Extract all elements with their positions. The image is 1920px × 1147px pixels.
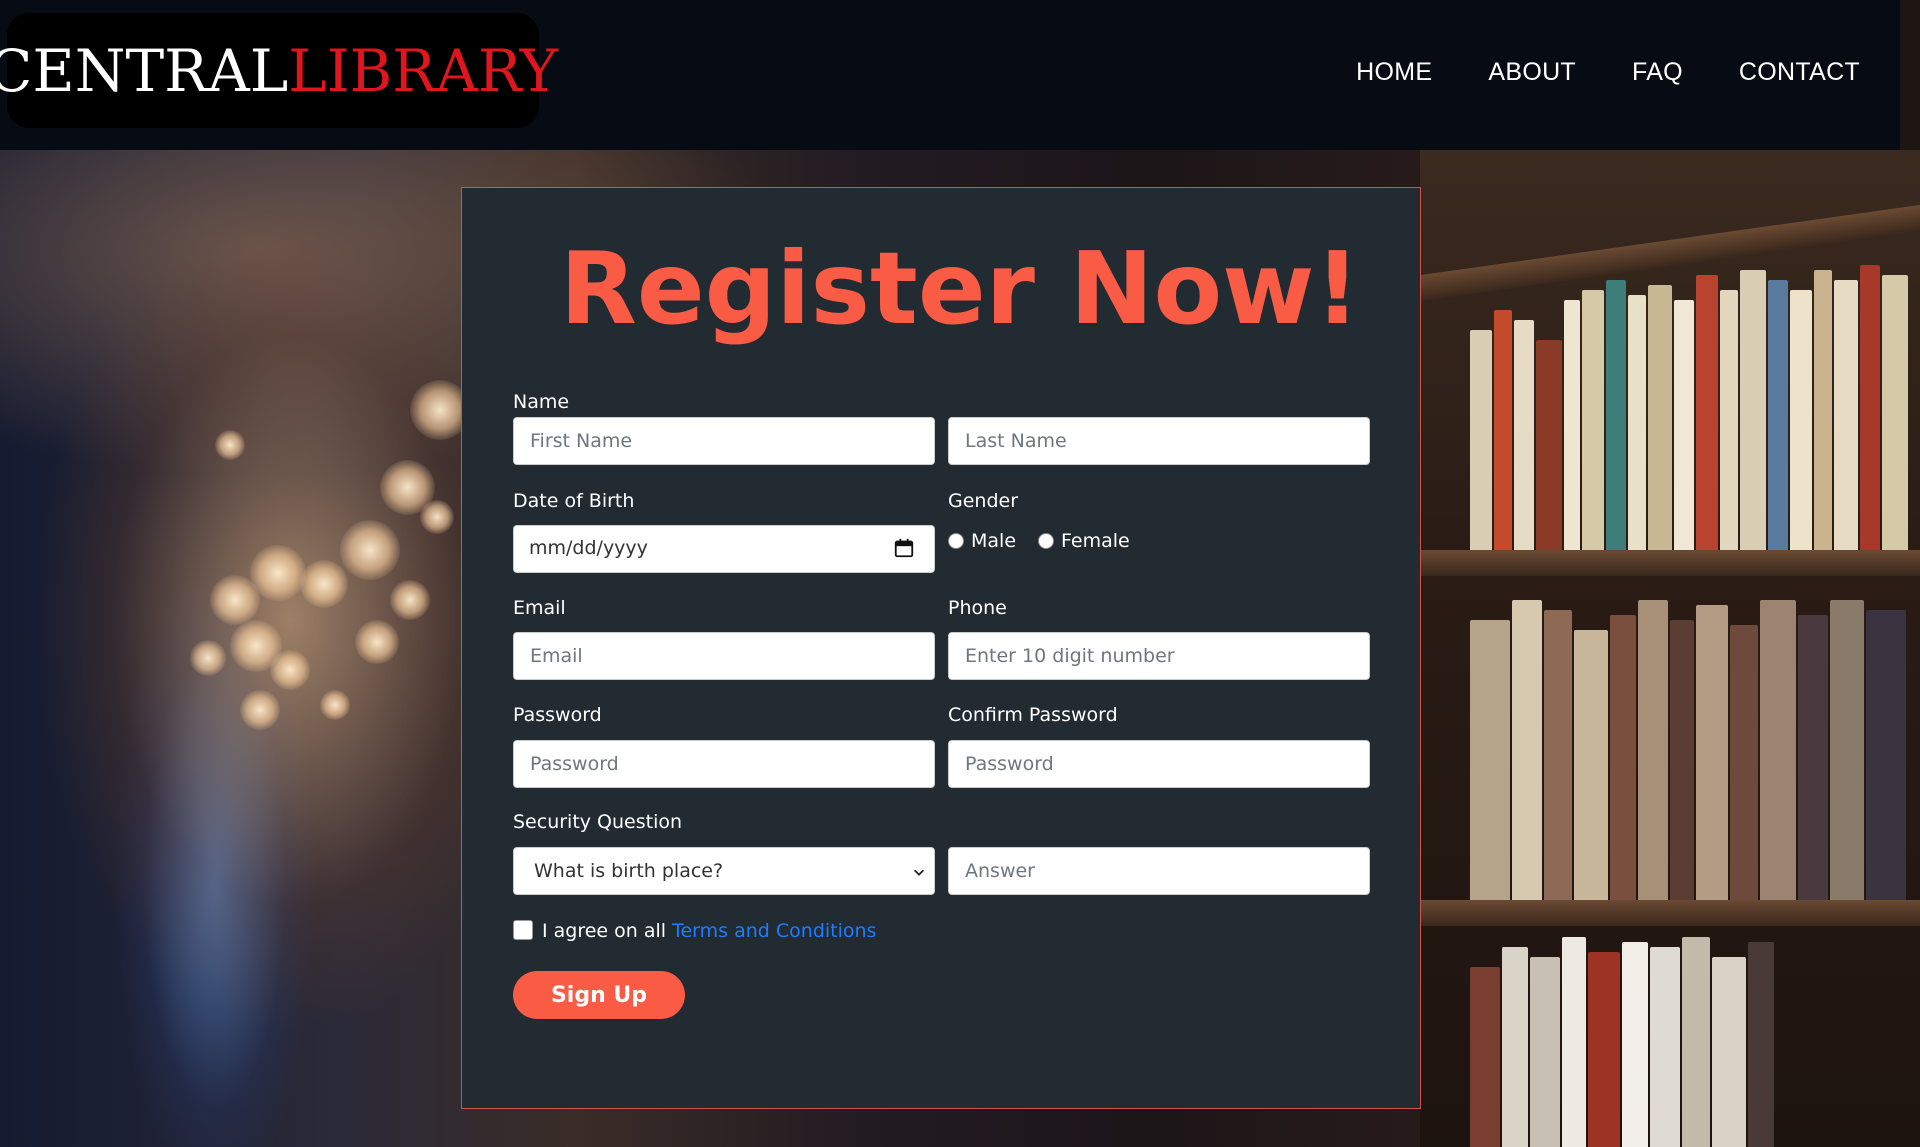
confirm-password-label: Confirm Password (948, 704, 1118, 726)
email-label: Email (513, 597, 566, 619)
security-answer-input[interactable] (948, 847, 1370, 895)
shelf-row (1460, 930, 1920, 1147)
dob-label: Date of Birth (513, 490, 635, 512)
terms-agree-text: I agree on all (542, 920, 673, 942)
gender-option-male[interactable]: Male (948, 530, 1016, 552)
bokeh-light (355, 620, 399, 664)
bokeh-light (340, 520, 400, 580)
bokeh-light (300, 560, 348, 608)
chevron-down-icon (914, 869, 924, 876)
bokeh-light (420, 500, 454, 534)
nav-links: HOME ABOUT FAQ CONTACT (1356, 58, 1860, 87)
shelf-plank (1420, 900, 1920, 926)
gender-label: Gender (948, 490, 1019, 512)
male-radio[interactable] (948, 533, 964, 549)
female-radio[interactable] (1038, 533, 1055, 549)
dob-value: mm/dd/yyyy (529, 537, 648, 559)
security-question-label: Security Question (513, 811, 683, 833)
bokeh-light (240, 690, 280, 730)
nav-about-link[interactable]: ABOUT (1488, 58, 1576, 87)
nav-contact-link[interactable]: CONTACT (1739, 58, 1860, 87)
first-name-input[interactable] (513, 417, 935, 465)
gender-radio-group: Male Female (948, 530, 1130, 552)
terms-checkbox[interactable] (513, 920, 533, 940)
bokeh-light (270, 650, 310, 690)
male-radio-label: Male (971, 530, 1017, 552)
password-input[interactable] (513, 740, 935, 788)
logo-text: CENTRALLIBRARY (0, 42, 558, 100)
page: CENTRALLIBRARY HOME ABOUT FAQ CONTACT Re… (0, 0, 1920, 1147)
nav-faq-link[interactable]: FAQ (1632, 58, 1683, 87)
page-title: Register Now! (559, 230, 1361, 347)
calendar-icon[interactable] (893, 537, 915, 559)
logo-main: CENTRAL (0, 36, 289, 105)
bokeh-light (190, 640, 226, 676)
confirm-password-input[interactable] (948, 740, 1370, 788)
password-label: Password (513, 704, 602, 726)
gender-option-female[interactable]: Female (1038, 530, 1130, 552)
shelf-plank (1420, 550, 1920, 576)
terms-agreement: I agree on all Terms and Conditions (542, 920, 876, 942)
security-question-select[interactable]: What is birth place? (513, 847, 935, 895)
name-label: Name (513, 391, 570, 413)
security-question-value: What is birth place? (534, 860, 724, 882)
shelf-row (1460, 590, 1920, 900)
female-radio-label: Female (1061, 530, 1130, 552)
logo[interactable]: CENTRALLIBRARY (0, 13, 558, 128)
dob-input[interactable]: mm/dd/yyyy (513, 525, 935, 573)
email-input[interactable] (513, 632, 935, 680)
phone-input[interactable] (948, 632, 1370, 680)
terms-link[interactable]: Terms and Conditions (672, 920, 876, 942)
bokeh-light (390, 580, 430, 620)
bokeh-light (215, 430, 245, 460)
logo-accent: LIBRARY (288, 36, 559, 105)
navbar: CENTRALLIBRARY HOME ABOUT FAQ CONTACT (0, 0, 1900, 150)
nav-home-link[interactable]: HOME (1356, 58, 1432, 87)
phone-label: Phone (948, 597, 1007, 619)
sign-up-button[interactable]: Sign Up (513, 971, 685, 1019)
last-name-input[interactable] (948, 417, 1370, 465)
bokeh-light (320, 690, 350, 720)
bokeh-light (210, 575, 260, 625)
